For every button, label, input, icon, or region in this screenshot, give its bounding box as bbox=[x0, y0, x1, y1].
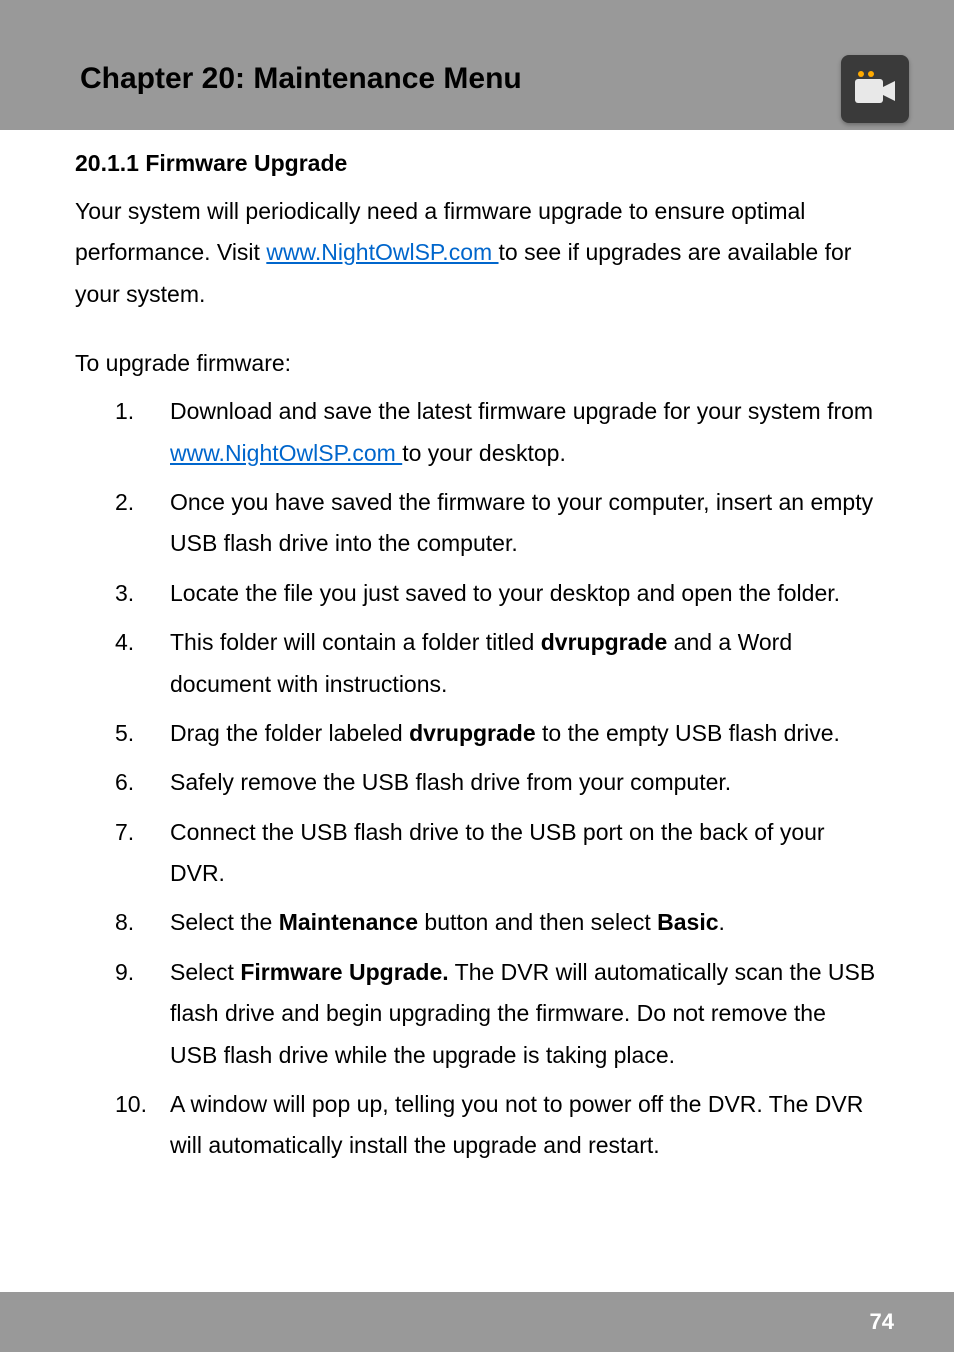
step-text: Select the Maintenance button and then s… bbox=[170, 902, 879, 943]
step-number: 9. bbox=[115, 952, 170, 1076]
step-text-fragment: Once you have saved the firmware to your… bbox=[170, 489, 873, 556]
step-bold-text: dvrupgrade bbox=[409, 720, 536, 746]
step-bold-text: Maintenance bbox=[279, 909, 418, 935]
step-text: Drag the folder labeled dvrupgrade to th… bbox=[170, 713, 879, 754]
upgrade-subhead: To upgrade firmware: bbox=[75, 350, 879, 377]
step-item: 7.Connect the USB flash drive to the USB… bbox=[115, 812, 879, 895]
step-text-fragment: Safely remove the USB flash drive from y… bbox=[170, 769, 731, 795]
step-text-fragment: Download and save the latest firmware up… bbox=[170, 398, 873, 424]
step-text-fragment: A window will pop up, telling you not to… bbox=[170, 1091, 863, 1158]
step-text: Once you have saved the firmware to your… bbox=[170, 482, 879, 565]
step-item: 6.Safely remove the USB flash drive from… bbox=[115, 762, 879, 803]
intro-link[interactable]: www.NightOwlSP.com bbox=[266, 239, 498, 265]
footer: 74 bbox=[0, 1292, 954, 1352]
step-number: 5. bbox=[115, 713, 170, 754]
step-text: Locate the file you just saved to your d… bbox=[170, 573, 879, 614]
step-number: 7. bbox=[115, 812, 170, 895]
section-title: 20.1.1 Firmware Upgrade bbox=[75, 150, 879, 177]
step-number: 2. bbox=[115, 482, 170, 565]
step-text-fragment: Connect the USB flash drive to the USB p… bbox=[170, 819, 825, 886]
step-item: 9.Select Firmware Upgrade. The DVR will … bbox=[115, 952, 879, 1076]
step-item: 1.Download and save the latest firmware … bbox=[115, 391, 879, 474]
step-text: Select Firmware Upgrade. The DVR will au… bbox=[170, 952, 879, 1076]
step-item: 3.Locate the file you just saved to your… bbox=[115, 573, 879, 614]
step-text-fragment: Select bbox=[170, 959, 240, 985]
step-text: A window will pop up, telling you not to… bbox=[170, 1084, 879, 1167]
step-bold-text: Basic bbox=[657, 909, 718, 935]
step-bold-text: Firmware Upgrade. bbox=[240, 959, 448, 985]
step-text-fragment: button and then select bbox=[418, 909, 657, 935]
step-text-fragment: . bbox=[719, 909, 725, 935]
step-text-fragment: Drag the folder labeled bbox=[170, 720, 409, 746]
step-number: 10. bbox=[115, 1084, 170, 1167]
step-number: 6. bbox=[115, 762, 170, 803]
page-content: 20.1.1 Firmware Upgrade Your system will… bbox=[0, 130, 954, 1167]
step-text: Connect the USB flash drive to the USB p… bbox=[170, 812, 879, 895]
step-text-fragment: Select the bbox=[170, 909, 279, 935]
step-link[interactable]: www.NightOwlSP.com bbox=[170, 440, 402, 466]
camera-icon bbox=[841, 55, 909, 123]
step-item: 8.Select the Maintenance button and then… bbox=[115, 902, 879, 943]
step-item: 4.This folder will contain a folder titl… bbox=[115, 622, 879, 705]
chapter-header: Chapter 20: Maintenance Menu bbox=[0, 0, 954, 130]
page-number: 74 bbox=[870, 1309, 894, 1335]
step-item: 2.Once you have saved the firmware to yo… bbox=[115, 482, 879, 565]
step-text: This folder will contain a folder titled… bbox=[170, 622, 879, 705]
intro-paragraph: Your system will periodically need a fir… bbox=[75, 191, 879, 315]
step-number: 8. bbox=[115, 902, 170, 943]
step-text-fragment: This folder will contain a folder titled bbox=[170, 629, 541, 655]
step-bold-text: dvrupgrade bbox=[541, 629, 668, 655]
step-text: Safely remove the USB flash drive from y… bbox=[170, 762, 879, 803]
step-text-fragment: to the empty USB flash drive. bbox=[536, 720, 840, 746]
step-number: 3. bbox=[115, 573, 170, 614]
step-item: 5.Drag the folder labeled dvrupgrade to … bbox=[115, 713, 879, 754]
steps-list: 1.Download and save the latest firmware … bbox=[75, 391, 879, 1167]
step-number: 4. bbox=[115, 622, 170, 705]
chapter-title: Chapter 20: Maintenance Menu bbox=[80, 62, 522, 96]
step-text-fragment: to your desktop. bbox=[402, 440, 566, 466]
step-text: Download and save the latest firmware up… bbox=[170, 391, 879, 474]
step-number: 1. bbox=[115, 391, 170, 474]
step-text-fragment: Locate the file you just saved to your d… bbox=[170, 580, 840, 606]
step-item: 10.A window will pop up, telling you not… bbox=[115, 1084, 879, 1167]
